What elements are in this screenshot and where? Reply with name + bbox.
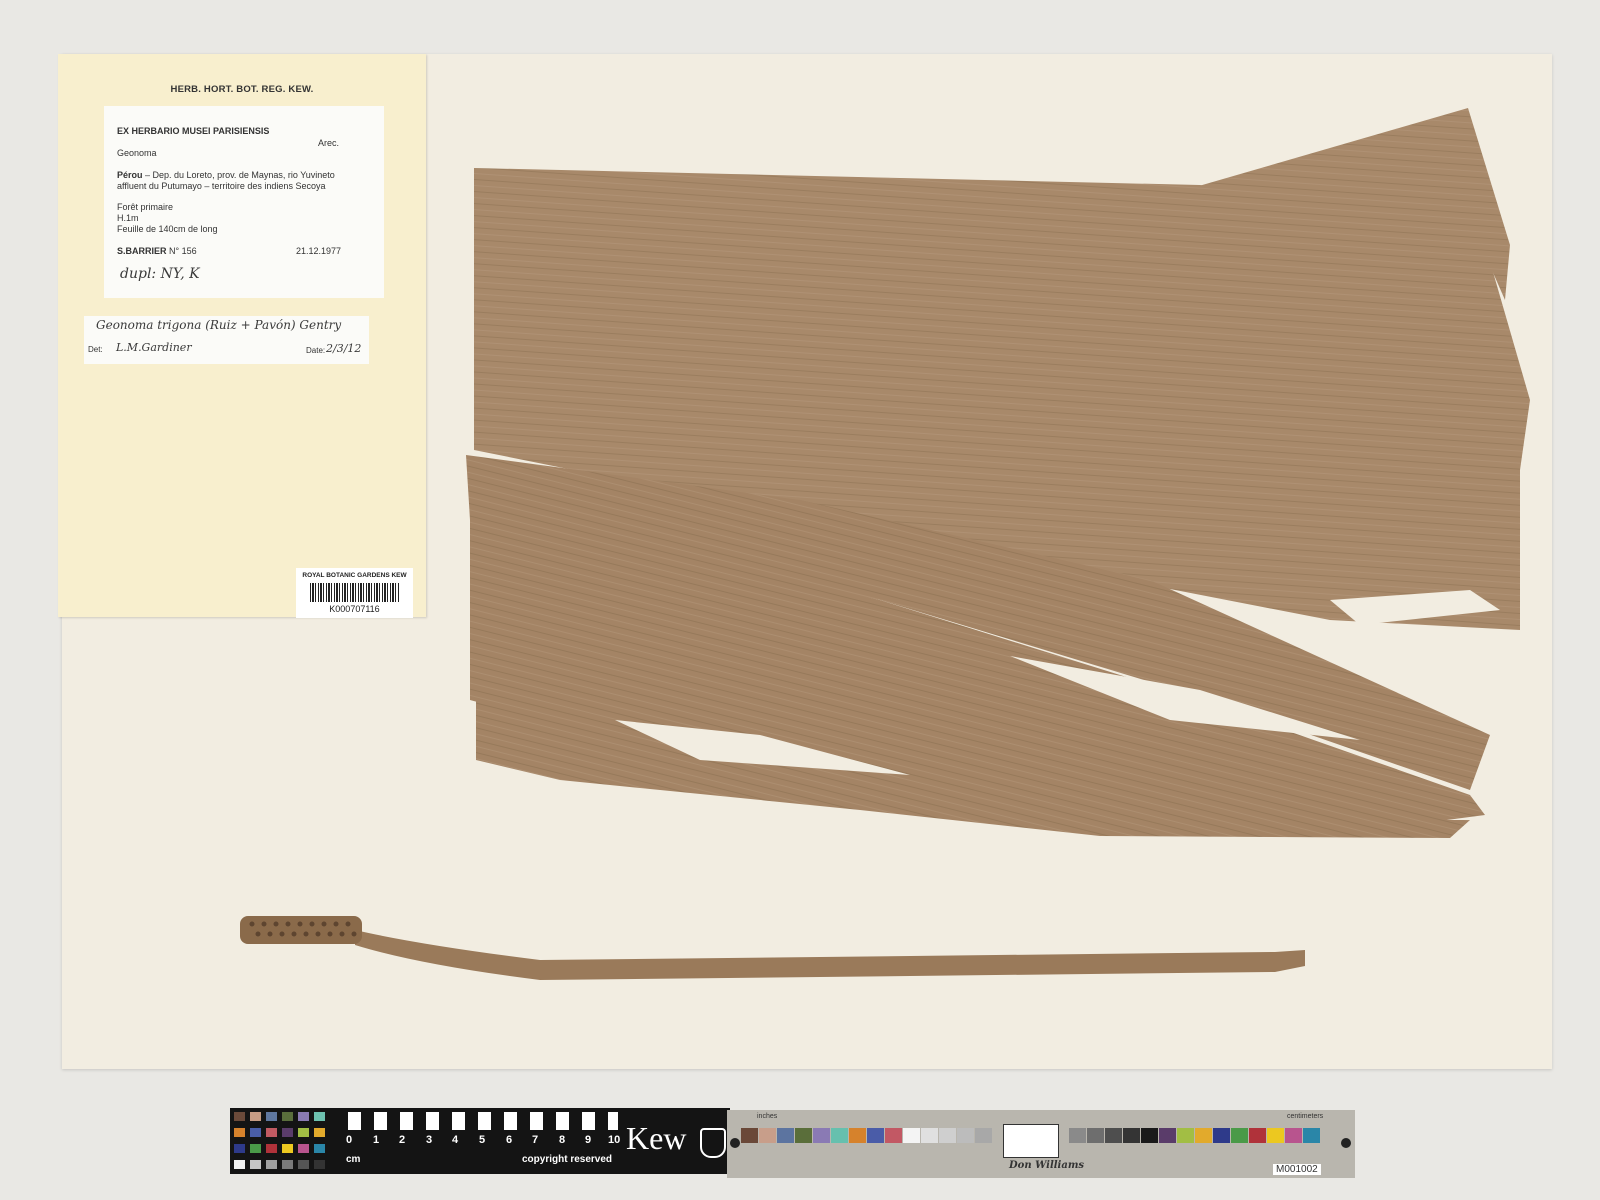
- ruler-7: 7: [532, 1134, 539, 1146]
- color-reference-card: inches centimeters Don Williams M001002: [727, 1110, 1355, 1178]
- crest-icon: [700, 1128, 726, 1158]
- copyright-text: copyright reserved: [522, 1154, 613, 1165]
- kew-logo: Kew: [626, 1120, 687, 1156]
- card-hole-right-icon: [1341, 1138, 1351, 1148]
- card-signature: Don Williams: [1009, 1160, 1085, 1171]
- ruler-unit: cm: [346, 1154, 361, 1165]
- specimen-drawing: [240, 108, 1530, 980]
- card-center-target: [1003, 1124, 1059, 1158]
- ruler-6: 6: [506, 1134, 513, 1146]
- ruler-8: 8: [559, 1134, 566, 1146]
- ruler-5: 5: [479, 1134, 486, 1146]
- ruler-0: 0: [346, 1134, 353, 1146]
- color-chip-grid: [234, 1112, 334, 1170]
- card-code: M001002: [1273, 1164, 1321, 1175]
- ruler-2: 2: [399, 1134, 406, 1146]
- ruler-9: 9: [585, 1134, 592, 1146]
- ruler-ticks: [348, 1112, 618, 1130]
- ruler-10: 10: [608, 1134, 621, 1146]
- ruler-1: 1: [373, 1134, 380, 1146]
- card-inches: inches: [757, 1113, 778, 1120]
- scale-bar: 0 1 2 3 4 5 6 7 8 9 10 cm copyright rese…: [230, 1108, 730, 1174]
- card-centimeters: centimeters: [1287, 1113, 1324, 1120]
- ruler-3: 3: [426, 1134, 433, 1146]
- card-hole-left-icon: [730, 1138, 740, 1148]
- inflorescence-stalk: [355, 930, 1305, 980]
- ruler-4: 4: [452, 1134, 459, 1146]
- inflorescence-spike: [240, 916, 362, 944]
